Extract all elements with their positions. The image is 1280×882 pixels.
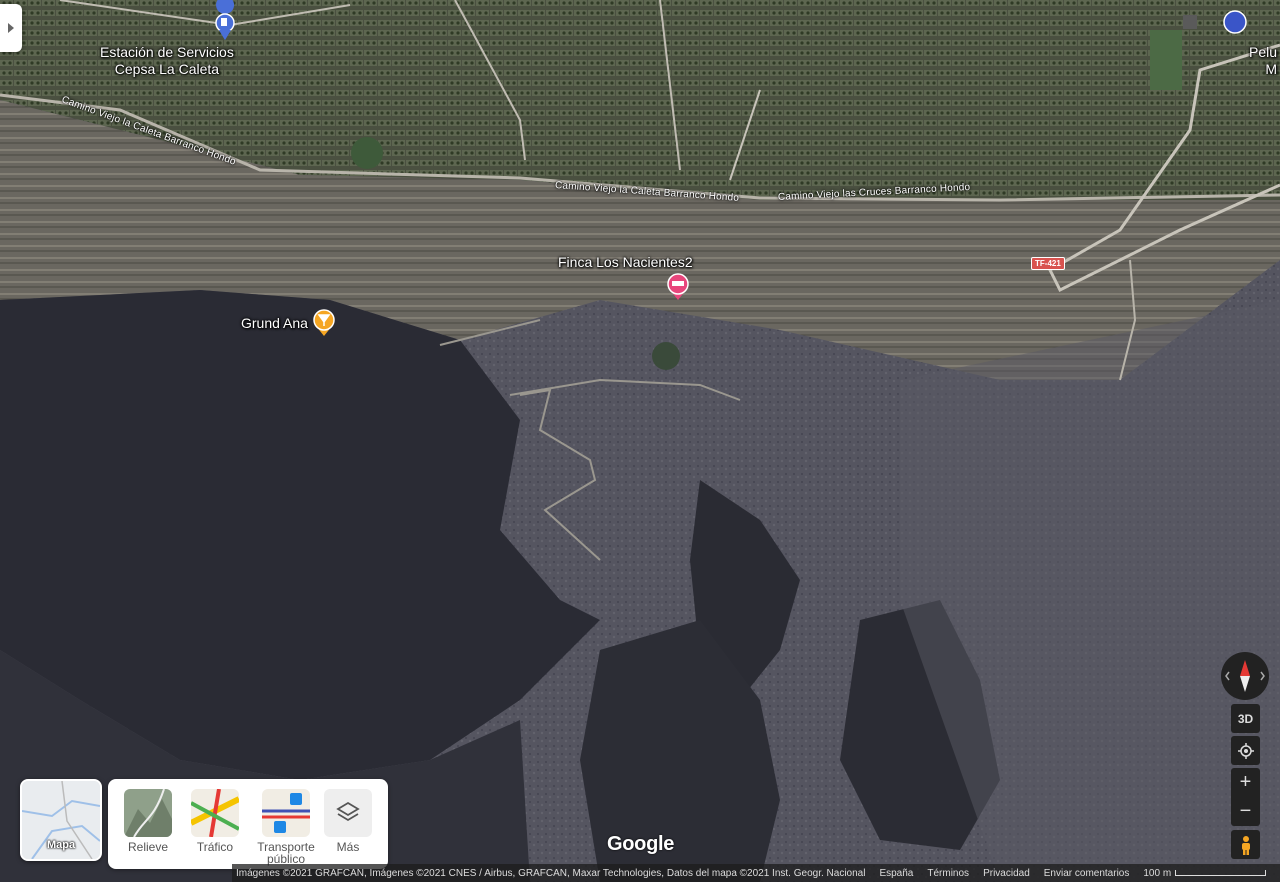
street-view-pegman-button[interactable] xyxy=(1231,830,1260,859)
map-type-label: Mapa xyxy=(46,839,76,851)
layers-panel: Relieve Tráfico Transporte público Más xyxy=(108,779,388,869)
pegman-icon xyxy=(1241,835,1250,855)
place-label-gas-station[interactable]: Estación de Servicios Cepsa La Caleta xyxy=(100,44,234,78)
zoom-out-button[interactable]: − xyxy=(1231,797,1260,826)
relieve-thumbnail xyxy=(124,789,172,837)
scale-bar xyxy=(1175,870,1266,876)
place-label-finca[interactable]: Finca Los Nacientes2 xyxy=(558,254,693,271)
terms-link[interactable]: Términos xyxy=(927,868,969,879)
compass-button[interactable] xyxy=(1221,652,1269,700)
layers-icon xyxy=(324,789,372,837)
sidebar-toggle-button[interactable] xyxy=(0,4,22,52)
layer-label: Más xyxy=(336,840,360,854)
attribution-bar: Imágenes ©2021 GRAFCAN, Imágenes ©2021 C… xyxy=(232,864,1280,882)
zoom-controls: + − xyxy=(1231,768,1260,826)
layer-label: Tráfico xyxy=(196,840,234,854)
privacy-link[interactable]: Privacidad xyxy=(983,868,1030,879)
layer-label-multiline: Transporte público xyxy=(256,841,316,865)
layer-mas[interactable]: Más xyxy=(318,789,378,853)
layer-transporte[interactable]: Transporte público xyxy=(256,789,316,865)
road-shield-tf421: TF-421 xyxy=(1031,257,1065,270)
layer-relieve[interactable]: Relieve xyxy=(118,789,178,853)
satellite-map[interactable] xyxy=(0,0,1280,882)
layer-trafico[interactable]: Tráfico xyxy=(185,789,245,853)
feedback-link[interactable]: Enviar comentarios xyxy=(1044,868,1130,879)
transporte-thumbnail xyxy=(262,789,310,837)
chevron-right-icon xyxy=(8,23,14,33)
map-type-toggle[interactable]: Mapa xyxy=(20,779,102,861)
place-label-line: Cepsa La Caleta xyxy=(114,61,220,77)
place-label-salon[interactable]: Pelu M xyxy=(1249,44,1277,78)
scale-label[interactable]: 100 m xyxy=(1143,868,1171,879)
place-label-line: M xyxy=(1265,61,1278,77)
layer-label: Relieve xyxy=(127,840,169,854)
google-logo: Google xyxy=(607,833,675,855)
my-location-button[interactable] xyxy=(1231,736,1260,765)
place-label-line: Pelu xyxy=(1249,44,1278,60)
place-label-line: Estación de Servicios xyxy=(100,44,234,60)
place-label-grund-ana[interactable]: Grund Ana xyxy=(241,315,308,332)
compass-icon xyxy=(1225,660,1265,692)
trafico-thumbnail xyxy=(191,789,239,837)
country-link[interactable]: España xyxy=(879,868,913,879)
3d-toggle-button[interactable]: 3D xyxy=(1231,704,1260,733)
imagery-attribution: Imágenes ©2021 GRAFCAN, Imágenes ©2021 C… xyxy=(236,867,866,879)
location-target-icon xyxy=(1237,742,1254,759)
zoom-in-button[interactable]: + xyxy=(1231,768,1260,797)
